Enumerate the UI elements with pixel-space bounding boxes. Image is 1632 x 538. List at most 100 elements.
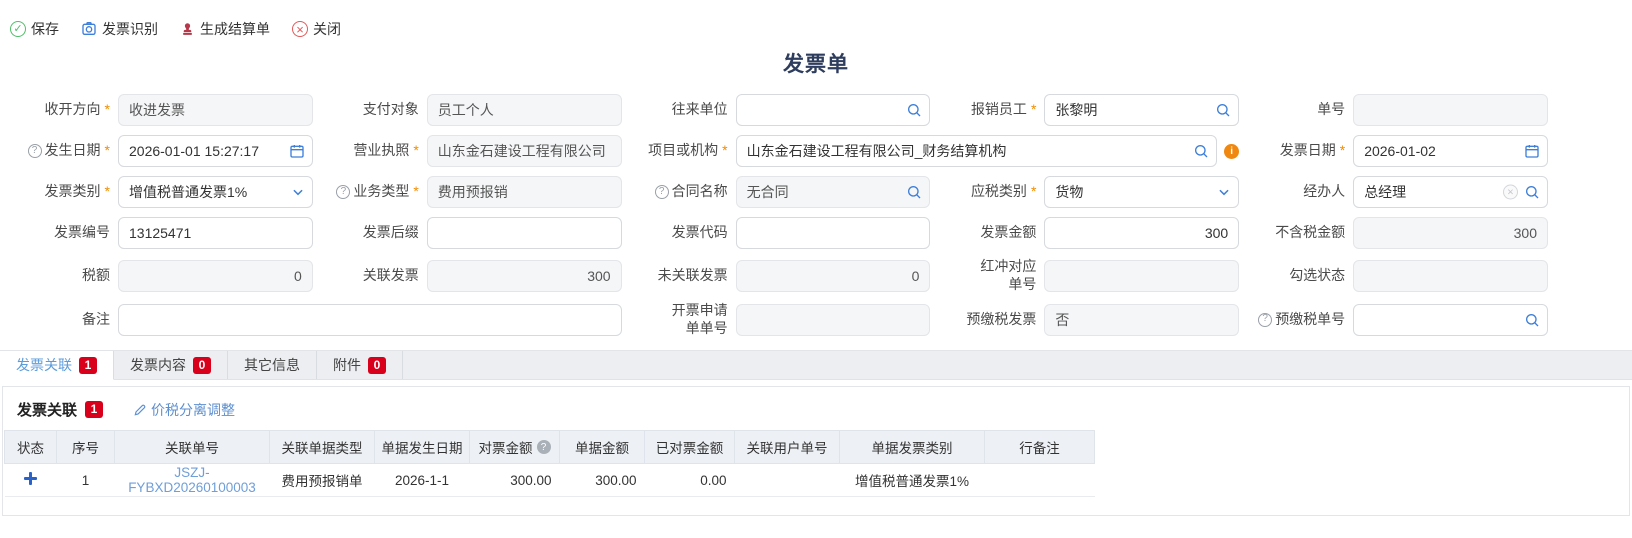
generate-settlement-button[interactable]: 生成结算单 (180, 19, 270, 39)
tab-other-info[interactable]: 其它信息 (228, 351, 317, 379)
generate-label: 生成结算单 (200, 19, 270, 39)
tab-badge: 0 (193, 357, 211, 374)
search-icon[interactable] (906, 184, 922, 200)
adjust-link-label: 价税分离调整 (151, 400, 235, 420)
tab-label: 其它信息 (244, 355, 300, 375)
price-tax-split-adjust-link[interactable]: 价税分离调整 (133, 400, 235, 420)
invoice-no-input[interactable] (118, 217, 313, 249)
invoice-amount-input[interactable] (1044, 217, 1239, 249)
check-status-label: 勾选状态 (1289, 267, 1345, 285)
field-red-reverse-no: 红冲对应 单号 (932, 258, 1239, 293)
field-business-type: 业务类型* (315, 176, 622, 208)
required-mark: * (722, 142, 727, 160)
tax-amount-label: 税额 (82, 267, 110, 285)
invoice-relation-panel: 发票关联 1 价税分离调整 状态 序号 关联单号 关联单据类型 单据发生日期 (2, 386, 1630, 516)
field-counterpart: 往来单位 (624, 94, 931, 126)
col-matched-amount: 对票金额 (470, 431, 560, 464)
col-row-remark: 行备注 (985, 431, 1095, 464)
table-header-row: 状态 序号 关联单号 关联单据类型 单据发生日期 对票金额 单据金额 已对票金额… (5, 431, 1095, 464)
field-invoice-no: 发票编号 (6, 217, 313, 249)
search-icon[interactable] (906, 102, 922, 118)
camera-icon (81, 21, 97, 37)
project-org-label: 项目或机构 (648, 142, 718, 160)
seq-cell: 1 (57, 464, 115, 497)
stamp-icon (180, 22, 195, 37)
invoice-category-select[interactable]: 增值税普通发票1% (118, 176, 313, 208)
tab-label: 发票关联 (16, 355, 72, 375)
calendar-icon[interactable] (289, 143, 305, 159)
col-occur-date: 单据发生日期 (375, 431, 470, 464)
search-icon[interactable] (1193, 143, 1209, 159)
field-invoice-date: 发票日期* (1241, 135, 1548, 167)
reimburse-employee-label: 报销员工 (971, 101, 1027, 119)
amount-excl-tax-label: 不含税金额 (1275, 224, 1345, 242)
col-billed-amount: 已对票金额 (645, 431, 735, 464)
chevron-down-icon[interactable] (1217, 185, 1231, 199)
close-button[interactable]: 关闭 (292, 19, 341, 39)
tax-category-value: 货物 (1055, 182, 1083, 202)
invoice-form: 收开方向* 支付对象 往来单位 报销员工* 单号 发生日期* 营业执照* 项目或… (0, 94, 1632, 337)
help-icon (1258, 313, 1272, 327)
clear-icon[interactable] (1503, 185, 1518, 200)
status-cell (5, 464, 57, 497)
invoice-recognize-button[interactable]: 发票识别 (81, 19, 158, 39)
tab-invoice-relation[interactable]: 发票关联 1 (0, 351, 114, 380)
handler-label: 经办人 (1303, 183, 1345, 201)
pay-target-input (427, 94, 622, 126)
col-doc-amount: 单据金额 (560, 431, 645, 464)
relation-table: 状态 序号 关联单号 关联单据类型 单据发生日期 对票金额 单据金额 已对票金额… (4, 430, 1095, 497)
billing-request-no-input (736, 304, 931, 336)
calendar-icon[interactable] (1524, 143, 1540, 159)
field-prepaid-tax-invoice: 预缴税发票 (932, 302, 1239, 337)
reimburse-employee-input[interactable] (1044, 94, 1239, 126)
counterpart-input[interactable] (736, 94, 931, 126)
prepaid-tax-no-input[interactable] (1353, 304, 1548, 336)
field-linked-invoice: 关联发票 (315, 258, 622, 293)
field-direction: 收开方向* (6, 94, 313, 126)
handler-input[interactable] (1353, 176, 1548, 208)
search-icon[interactable] (1524, 312, 1540, 328)
col-matched-amount-label: 对票金额 (479, 437, 533, 457)
invoice-code-input[interactable] (736, 217, 931, 249)
field-invoice-category: 发票类别* 增值税普通发票1% (6, 176, 313, 208)
panel-title: 发票关联 (17, 399, 77, 420)
plus-icon[interactable] (24, 472, 37, 485)
chevron-down-icon[interactable] (291, 185, 305, 199)
billing-request-no-label: 开票申请 单单号 (672, 302, 728, 337)
invoice-date-input[interactable] (1353, 135, 1548, 167)
remark-input[interactable] (118, 304, 622, 336)
save-button[interactable]: 保存 (10, 19, 59, 39)
business-type-input (427, 176, 622, 208)
counterpart-label: 往来单位 (672, 101, 728, 119)
field-invoice-amount: 发票金额 (932, 217, 1239, 249)
required-mark: * (413, 183, 418, 201)
help-icon (336, 185, 350, 199)
tab-invoice-content[interactable]: 发票内容 0 (114, 351, 228, 379)
close-circle-icon (292, 21, 308, 37)
help-icon (655, 185, 669, 199)
search-icon[interactable] (1215, 102, 1231, 118)
matched-amount-cell: 300.00 (470, 464, 560, 497)
pencil-icon (133, 403, 147, 417)
occur-date-input[interactable] (118, 135, 313, 167)
field-contract-name: 合同名称 (624, 176, 931, 208)
field-doc-no: 单号 (1241, 94, 1548, 126)
field-pay-target: 支付对象 (315, 94, 622, 126)
help-icon[interactable] (537, 440, 551, 454)
field-prepaid-tax-no: 预缴税单号 (1241, 302, 1548, 337)
info-icon[interactable] (1224, 144, 1239, 159)
check-status-input (1353, 260, 1548, 292)
tab-label: 附件 (333, 355, 361, 375)
invoice-no-label: 发票编号 (54, 224, 110, 242)
doc-no-link[interactable]: JSZJ-FYBXD20260100003 (115, 464, 270, 497)
project-org-input[interactable] (736, 135, 1218, 167)
invoice-suffix-input[interactable] (427, 217, 622, 249)
invoice-date-label: 发票日期 (1280, 142, 1336, 160)
tab-attachments[interactable]: 附件 0 (317, 351, 403, 379)
field-handler: 经办人 (1241, 176, 1548, 208)
business-type-label: 业务类型 (353, 183, 409, 201)
direction-input (118, 94, 313, 126)
search-icon[interactable] (1524, 184, 1540, 200)
tax-category-select[interactable]: 货物 (1044, 176, 1239, 208)
detail-tabs: 发票关联 1 发票内容 0 其它信息 附件 0 (0, 350, 1632, 380)
